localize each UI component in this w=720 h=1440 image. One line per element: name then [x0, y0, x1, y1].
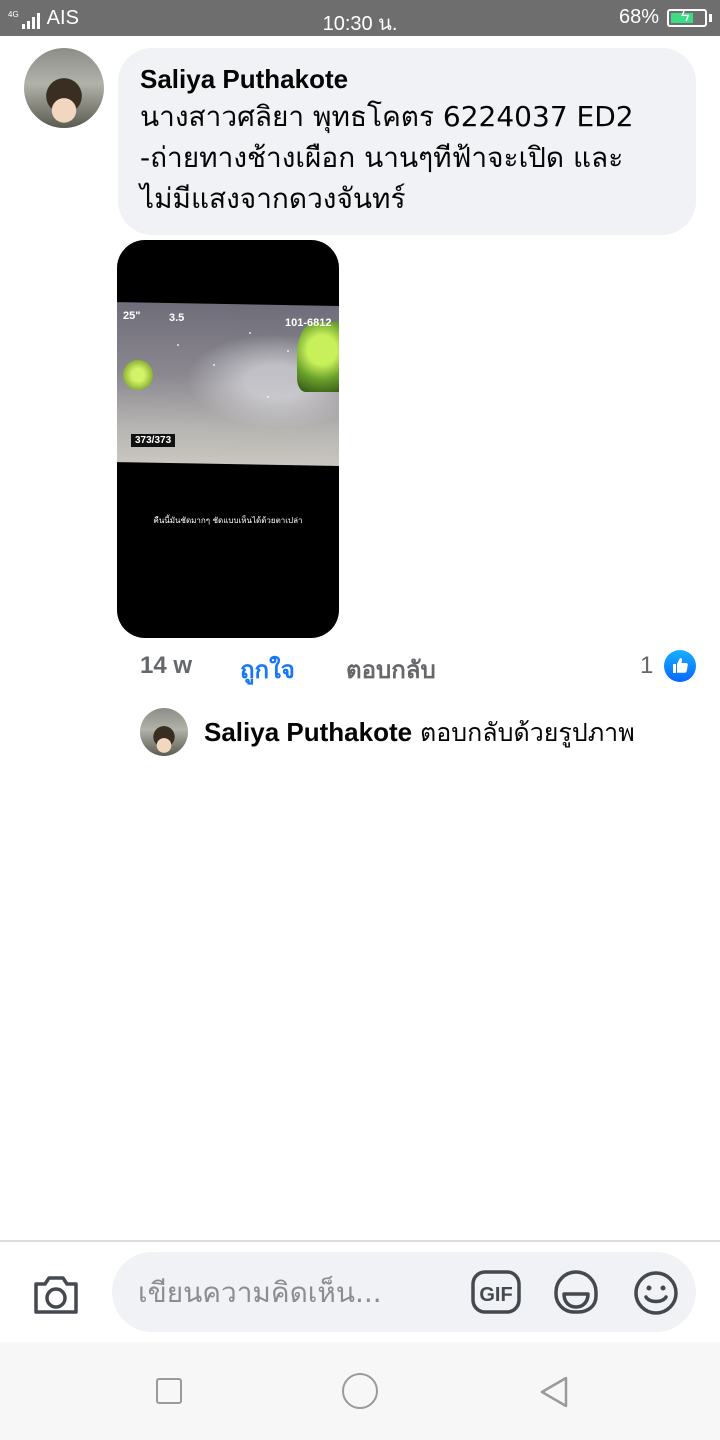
reply-summary-text: ตอบกลับด้วยรูปภาพ: [412, 718, 635, 747]
battery-percent: 68%: [618, 6, 659, 28]
system-nav-bar: [0, 1342, 720, 1440]
tree: [297, 322, 339, 392]
recent-apps-button[interactable]: [156, 1378, 182, 1404]
view-reply-link[interactable]: Saliya Puthakote ตอบกลับด้วยรูปภาพ: [204, 714, 635, 751]
reply-button[interactable]: ตอบกลับ: [346, 650, 436, 689]
comment-bubble[interactable]: Saliya Puthakote นางสาวศลิยา พุทธโคตร 62…: [118, 48, 696, 235]
comment-text: นางสาวศลิยา พุทธโคตร 6224037 ED2 -ถ่ายทา…: [140, 100, 634, 215]
hud-shutter: 25": [123, 310, 141, 322]
battery-status: 68% ϟ: [619, 6, 712, 29]
thumbs-up-icon[interactable]: [664, 650, 696, 682]
emoji-icon[interactable]: [630, 1268, 682, 1318]
like-button[interactable]: ถูกใจ: [240, 650, 295, 689]
back-button[interactable]: [536, 1374, 572, 1410]
clock: 10:30 น.: [322, 13, 398, 35]
commenter-avatar[interactable]: [24, 48, 104, 128]
hud-counter: 373/373: [131, 434, 176, 447]
reaction-count[interactable]: 1: [640, 652, 653, 680]
photo-caption: คืนนี้มันชัดมากๆ ชัดแบบเห็นได้ด้วยตาเปล่…: [153, 516, 303, 525]
status-bar: 4G AIS 10:30 น. 68% ϟ: [0, 0, 720, 36]
reply-avatar[interactable]: [140, 708, 188, 756]
battery-icon: ϟ: [667, 8, 707, 27]
hud-file: 101-6812: [285, 317, 332, 329]
comment-input[interactable]: [112, 1252, 696, 1332]
svg-text:GIF: GIF: [479, 1284, 512, 1306]
comment-author[interactable]: Saliya Puthakote: [140, 62, 674, 96]
camera-icon[interactable]: [30, 1270, 82, 1318]
reply-author: Saliya Puthakote: [204, 717, 413, 747]
gif-icon[interactable]: GIF: [470, 1268, 522, 1318]
comment-timestamp[interactable]: 14 w: [140, 652, 192, 680]
tree: [123, 360, 153, 390]
battery-tip: [709, 13, 712, 22]
hud-aperture: 3.5: [169, 312, 185, 324]
sticker-icon[interactable]: [550, 1268, 602, 1318]
comment-actions: 14 w ถูกใจ ตอบกลับ 1: [140, 648, 696, 686]
home-button[interactable]: [342, 1373, 378, 1409]
comment-photo[interactable]: 25" 3.5 101-6812 373/373 คืนนี้มันชัดมาก…: [117, 240, 339, 638]
